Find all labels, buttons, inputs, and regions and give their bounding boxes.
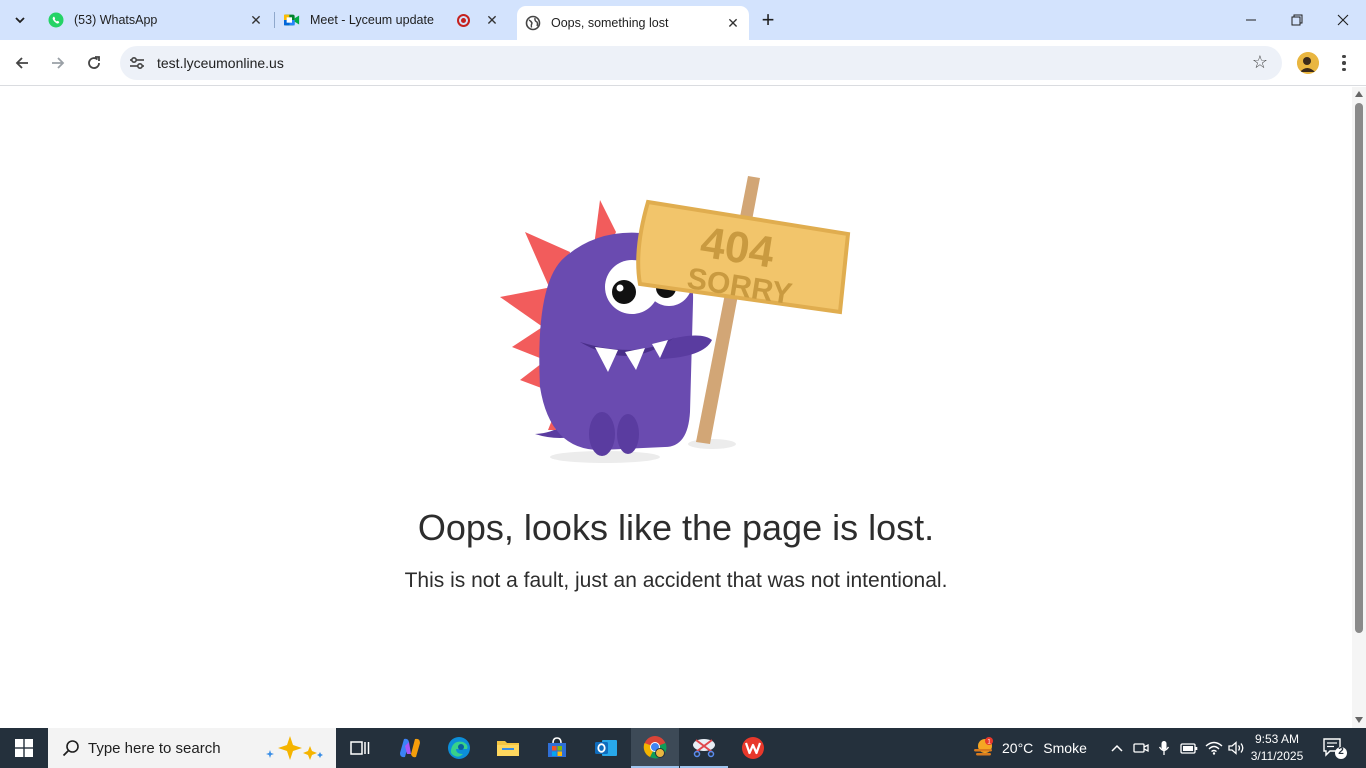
page-subtitle: This is not a fault, just an accident th… [404,569,948,592]
minimize-button[interactable] [1228,0,1274,40]
forward-button[interactable] [44,49,72,77]
arrow-right-icon [52,57,65,69]
close-tab-icon[interactable]: ✕ [482,10,502,30]
weather-smoke-icon: 1 [972,737,994,759]
camera-icon [1133,743,1149,753]
tab-active[interactable]: Oops, something lost ✕ [517,6,749,40]
weather-condition: Smoke [1043,740,1087,756]
microphone-button[interactable] [1154,728,1174,768]
google-meet-icon [284,12,300,28]
tab-divider [274,12,275,28]
taskbar-edge[interactable] [435,728,483,768]
system-clock[interactable]: 9:53 AM 3/11/2025 [1244,731,1310,765]
taskbar-chrome[interactable] [631,728,679,768]
clock-time: 9:53 AM [1254,732,1300,746]
notification-center-button[interactable]: 2 [1322,736,1348,760]
url-text[interactable]: test.lyceumonline.us [157,55,284,71]
browser-toolbar: test.lyceumonline.us ☆ [0,40,1366,86]
search-highlight-icon [266,736,323,760]
close-tab-icon[interactable]: ✕ [723,13,743,33]
back-button[interactable] [8,49,36,77]
chrome-icon [643,736,667,759]
wifi-icon [1205,741,1223,755]
chevron-down-icon [15,17,25,24]
snipping-tool-icon [693,739,715,758]
reload-button[interactable] [80,49,108,77]
search-icon [62,740,79,757]
profile-avatar[interactable] [1297,52,1319,74]
site-settings-icon[interactable] [129,55,145,71]
windows-taskbar: Type here to search 1 20°C Smoke 9:53 AM… [0,728,1366,768]
globe-icon [525,15,541,31]
restore-button[interactable] [1274,0,1320,40]
store-icon [548,737,566,757]
browser-menu-button[interactable] [1335,50,1353,76]
address-bar[interactable]: test.lyceumonline.us ☆ [120,46,1282,80]
taskbar-outlook[interactable] [582,728,630,768]
bookmark-star-icon[interactable]: ☆ [1252,52,1268,73]
page-scrollbar[interactable] [1352,87,1366,728]
whatsapp-icon [48,12,64,28]
scroll-down-arrow-icon[interactable] [1355,717,1363,723]
windows-logo-icon [15,739,33,757]
start-button[interactable] [0,728,48,768]
scrollbar-thumb[interactable] [1355,103,1363,633]
folder-icon [497,741,519,756]
copilot-icon [400,738,420,758]
tab-title: Meet - Lyceum update [310,13,434,27]
page-content: 404 SORRY Oops, looks like the page is l… [0,87,1352,728]
scroll-up-arrow-icon[interactable] [1355,91,1363,97]
task-view-button[interactable] [336,728,384,768]
chevron-up-icon [1111,744,1123,752]
microphone-icon [1158,741,1170,755]
tab-meet[interactable]: Meet - Lyceum update ✕ [276,0,508,40]
tab-search-button[interactable] [6,6,34,34]
close-icon [1337,14,1349,26]
tab-title: (53) WhatsApp [74,13,158,27]
weather-temperature: 20°C [1002,740,1034,756]
battery-button[interactable] [1178,728,1200,768]
wps-office-icon [742,737,764,759]
tab-title: Oops, something lost [551,16,669,30]
close-tab-icon[interactable]: ✕ [246,10,266,30]
edge-icon [448,737,470,759]
meet-now-button[interactable] [1130,728,1152,768]
restore-icon [1291,14,1303,26]
close-window-button[interactable] [1320,0,1366,40]
monster-404-illustration: 404 SORRY [500,176,851,463]
taskbar-search-box[interactable]: Type here to search [48,728,336,768]
weather-alert-badge: 1 [987,739,991,746]
reload-icon [88,56,100,69]
tab-strip: (53) WhatsApp ✕ Meet - Lyceum update ✕ O… [0,0,1366,40]
arrow-left-icon [15,57,28,69]
taskbar-snipping-tool[interactable] [680,728,728,768]
minimize-icon [1246,19,1256,21]
weather-widget[interactable]: 1 20°C Smoke [972,728,1087,768]
page-title: Oops, looks like the page is lost. [417,507,935,548]
taskbar-store[interactable] [533,728,581,768]
taskbar-wps-office[interactable] [729,728,777,768]
notification-count: 2 [1338,746,1344,757]
battery-icon [1180,743,1198,754]
taskbar-copilot[interactable] [386,728,434,768]
search-placeholder: Type here to search [88,739,221,757]
clock-date: 3/11/2025 [1250,749,1304,763]
new-tab-button[interactable]: + [756,7,780,32]
show-hidden-icons-button[interactable] [1106,728,1128,768]
recording-icon [457,13,470,27]
network-button[interactable] [1203,728,1225,768]
tab-whatsapp[interactable]: (53) WhatsApp ✕ [40,0,272,40]
taskbar-file-explorer[interactable] [484,728,532,768]
outlook-icon [595,740,617,756]
task-view-icon [350,741,370,755]
